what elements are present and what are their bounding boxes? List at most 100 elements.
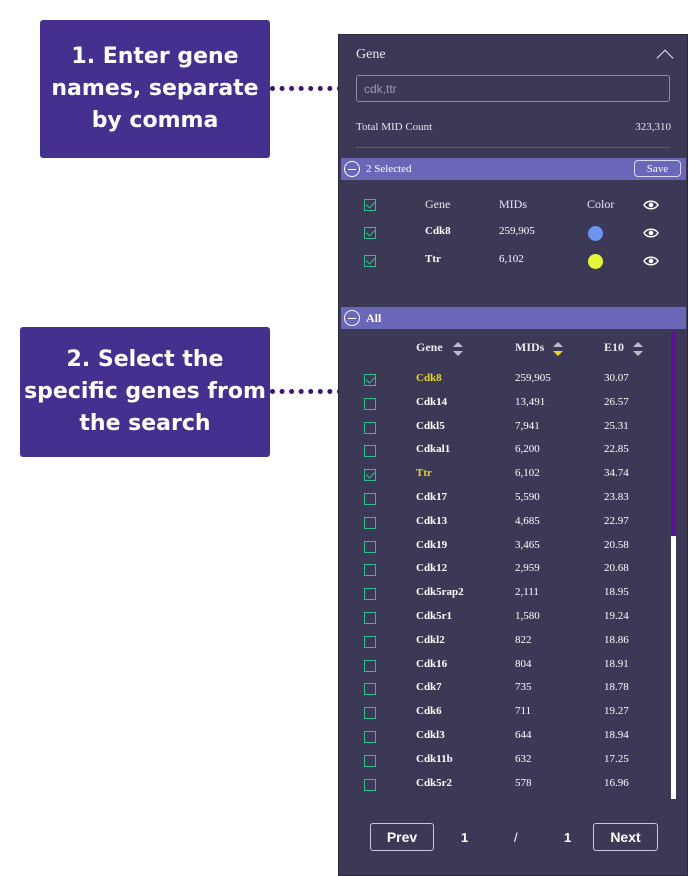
selected-row-mids: 259,905 (499, 225, 535, 237)
selected-section-header: 2 Selected Save (341, 158, 686, 180)
selected-row-gene: Cdk8 (425, 225, 451, 237)
save-button[interactable]: Save (634, 160, 681, 177)
gene-row-mids: 259,905 (515, 372, 551, 384)
color-swatch[interactable] (588, 254, 603, 269)
gene-row-mids: 7,941 (515, 420, 540, 432)
color-swatch[interactable] (588, 226, 603, 241)
gene-row-checkbox[interactable] (364, 541, 376, 553)
eye-icon[interactable] (643, 253, 659, 269)
gene-row-mids: 1,580 (515, 610, 540, 622)
gene-row-e10: 16.96 (604, 777, 629, 789)
all-section-header: All (341, 307, 686, 329)
all-label: All (366, 310, 382, 325)
selected-row-mids: 6,102 (499, 253, 524, 265)
gene-row-e10: 30.07 (604, 372, 629, 384)
gene-row-mids: 3,465 (515, 539, 540, 551)
gene-row-e10: 26.57 (604, 396, 629, 408)
total-mid-count-label: Total MID Count (356, 121, 433, 133)
selected-row-checkbox[interactable] (364, 255, 376, 267)
gene-row-name: Cdk14 (416, 396, 448, 408)
selected-header-color: Color (587, 197, 615, 211)
gene-row-e10: 17.25 (604, 753, 629, 765)
eye-icon[interactable] (643, 225, 659, 241)
all-header-e10[interactable]: E10 (604, 340, 624, 355)
gene-row-checkbox[interactable] (364, 469, 376, 481)
callout-enter-genes: 1. Enter gene names, separate by comma (40, 20, 270, 158)
gene-row-mids: 2,111 (515, 586, 539, 598)
gene-row-e10: 20.68 (604, 562, 629, 574)
gene-row-name: Cdk7 (416, 681, 442, 693)
divider (356, 147, 670, 148)
gene-row-mids: 804 (515, 658, 532, 670)
gene-row-name: Cdk13 (416, 515, 448, 527)
gene-row-name: Cdk11b (416, 753, 453, 765)
gene-row-mids: 644 (515, 729, 532, 741)
collapse-all-icon[interactable] (344, 310, 360, 326)
callout-connector (270, 389, 354, 394)
eye-icon[interactable] (643, 197, 659, 213)
gene-row-name: Cdk19 (416, 539, 448, 551)
gene-row-checkbox[interactable] (364, 374, 376, 386)
scrollbar-thumb[interactable] (671, 331, 676, 536)
sort-desc-icon[interactable] (551, 340, 565, 358)
gene-row-name: Cdk5r1 (416, 610, 453, 622)
gene-row-checkbox[interactable] (364, 755, 376, 767)
gene-row-e10: 22.85 (604, 443, 629, 455)
gene-row-mids: 578 (515, 777, 532, 789)
gene-row-checkbox[interactable] (364, 683, 376, 695)
gene-row-mids: 13,491 (515, 396, 546, 408)
selected-row-gene: Ttr (425, 253, 441, 265)
sort-icon[interactable] (631, 340, 645, 358)
gene-search-input[interactable] (356, 75, 670, 102)
page-separator: / (514, 830, 518, 845)
gene-row-mids: 735 (515, 681, 532, 693)
gene-row-checkbox[interactable] (364, 493, 376, 505)
gene-row-name: Cdk5rap2 (416, 586, 464, 598)
callout-connector (270, 86, 354, 91)
gene-row-name: Cdkal1 (416, 443, 451, 455)
gene-row-name: Cdk8 (416, 372, 442, 384)
gene-row-checkbox[interactable] (364, 445, 376, 457)
gene-row-e10: 18.91 (604, 658, 629, 670)
gene-row-mids: 6,200 (515, 443, 540, 455)
gene-row-e10: 18.95 (604, 586, 629, 598)
gene-row-name: Cdkl3 (416, 729, 445, 741)
gene-row-checkbox[interactable] (364, 779, 376, 791)
gene-row-checkbox[interactable] (364, 707, 376, 719)
all-header-gene[interactable]: Gene (416, 340, 443, 355)
gene-row-e10: 19.24 (604, 610, 629, 622)
gene-row-checkbox[interactable] (364, 564, 376, 576)
collapse-selected-icon[interactable] (344, 161, 360, 177)
gene-row-e10: 23.83 (604, 491, 629, 503)
next-page-button[interactable]: Next (593, 823, 658, 851)
gene-row-e10: 22.97 (604, 515, 629, 527)
sort-icon[interactable] (451, 340, 465, 358)
gene-row-e10: 34.74 (604, 467, 629, 479)
gene-row-checkbox[interactable] (364, 398, 376, 410)
gene-row-mids: 632 (515, 753, 532, 765)
selected-count-label: 2 Selected (366, 163, 412, 175)
gene-row-checkbox[interactable] (364, 422, 376, 434)
gene-row-checkbox[interactable] (364, 517, 376, 529)
prev-page-button[interactable]: Prev (370, 823, 434, 851)
gene-row-checkbox[interactable] (364, 588, 376, 600)
gene-row-e10: 18.86 (604, 634, 629, 646)
gene-row-e10: 19.27 (604, 705, 629, 717)
gene-row-name: Cdk16 (416, 658, 448, 670)
gene-row-checkbox[interactable] (364, 636, 376, 648)
gene-row-name: Cdkl2 (416, 634, 445, 646)
select-all-checkbox[interactable] (364, 199, 376, 211)
chevron-up-icon[interactable] (656, 49, 674, 67)
gene-panel: Gene Total MID Count 323,310 2 Selected … (338, 34, 688, 876)
selected-row-checkbox[interactable] (364, 227, 376, 239)
gene-row-mids: 6,102 (515, 467, 540, 479)
all-header-mids[interactable]: MIDs (515, 340, 544, 355)
gene-row-checkbox[interactable] (364, 731, 376, 743)
gene-row-e10: 20.58 (604, 539, 629, 551)
gene-row-checkbox[interactable] (364, 660, 376, 672)
gene-row-checkbox[interactable] (364, 612, 376, 624)
selected-header-mids: MIDs (499, 197, 528, 211)
callout-select-genes: 2. Select the specific genes from the se… (20, 327, 270, 457)
gene-row-mids: 711 (515, 705, 532, 717)
panel-title: Gene (356, 47, 386, 62)
